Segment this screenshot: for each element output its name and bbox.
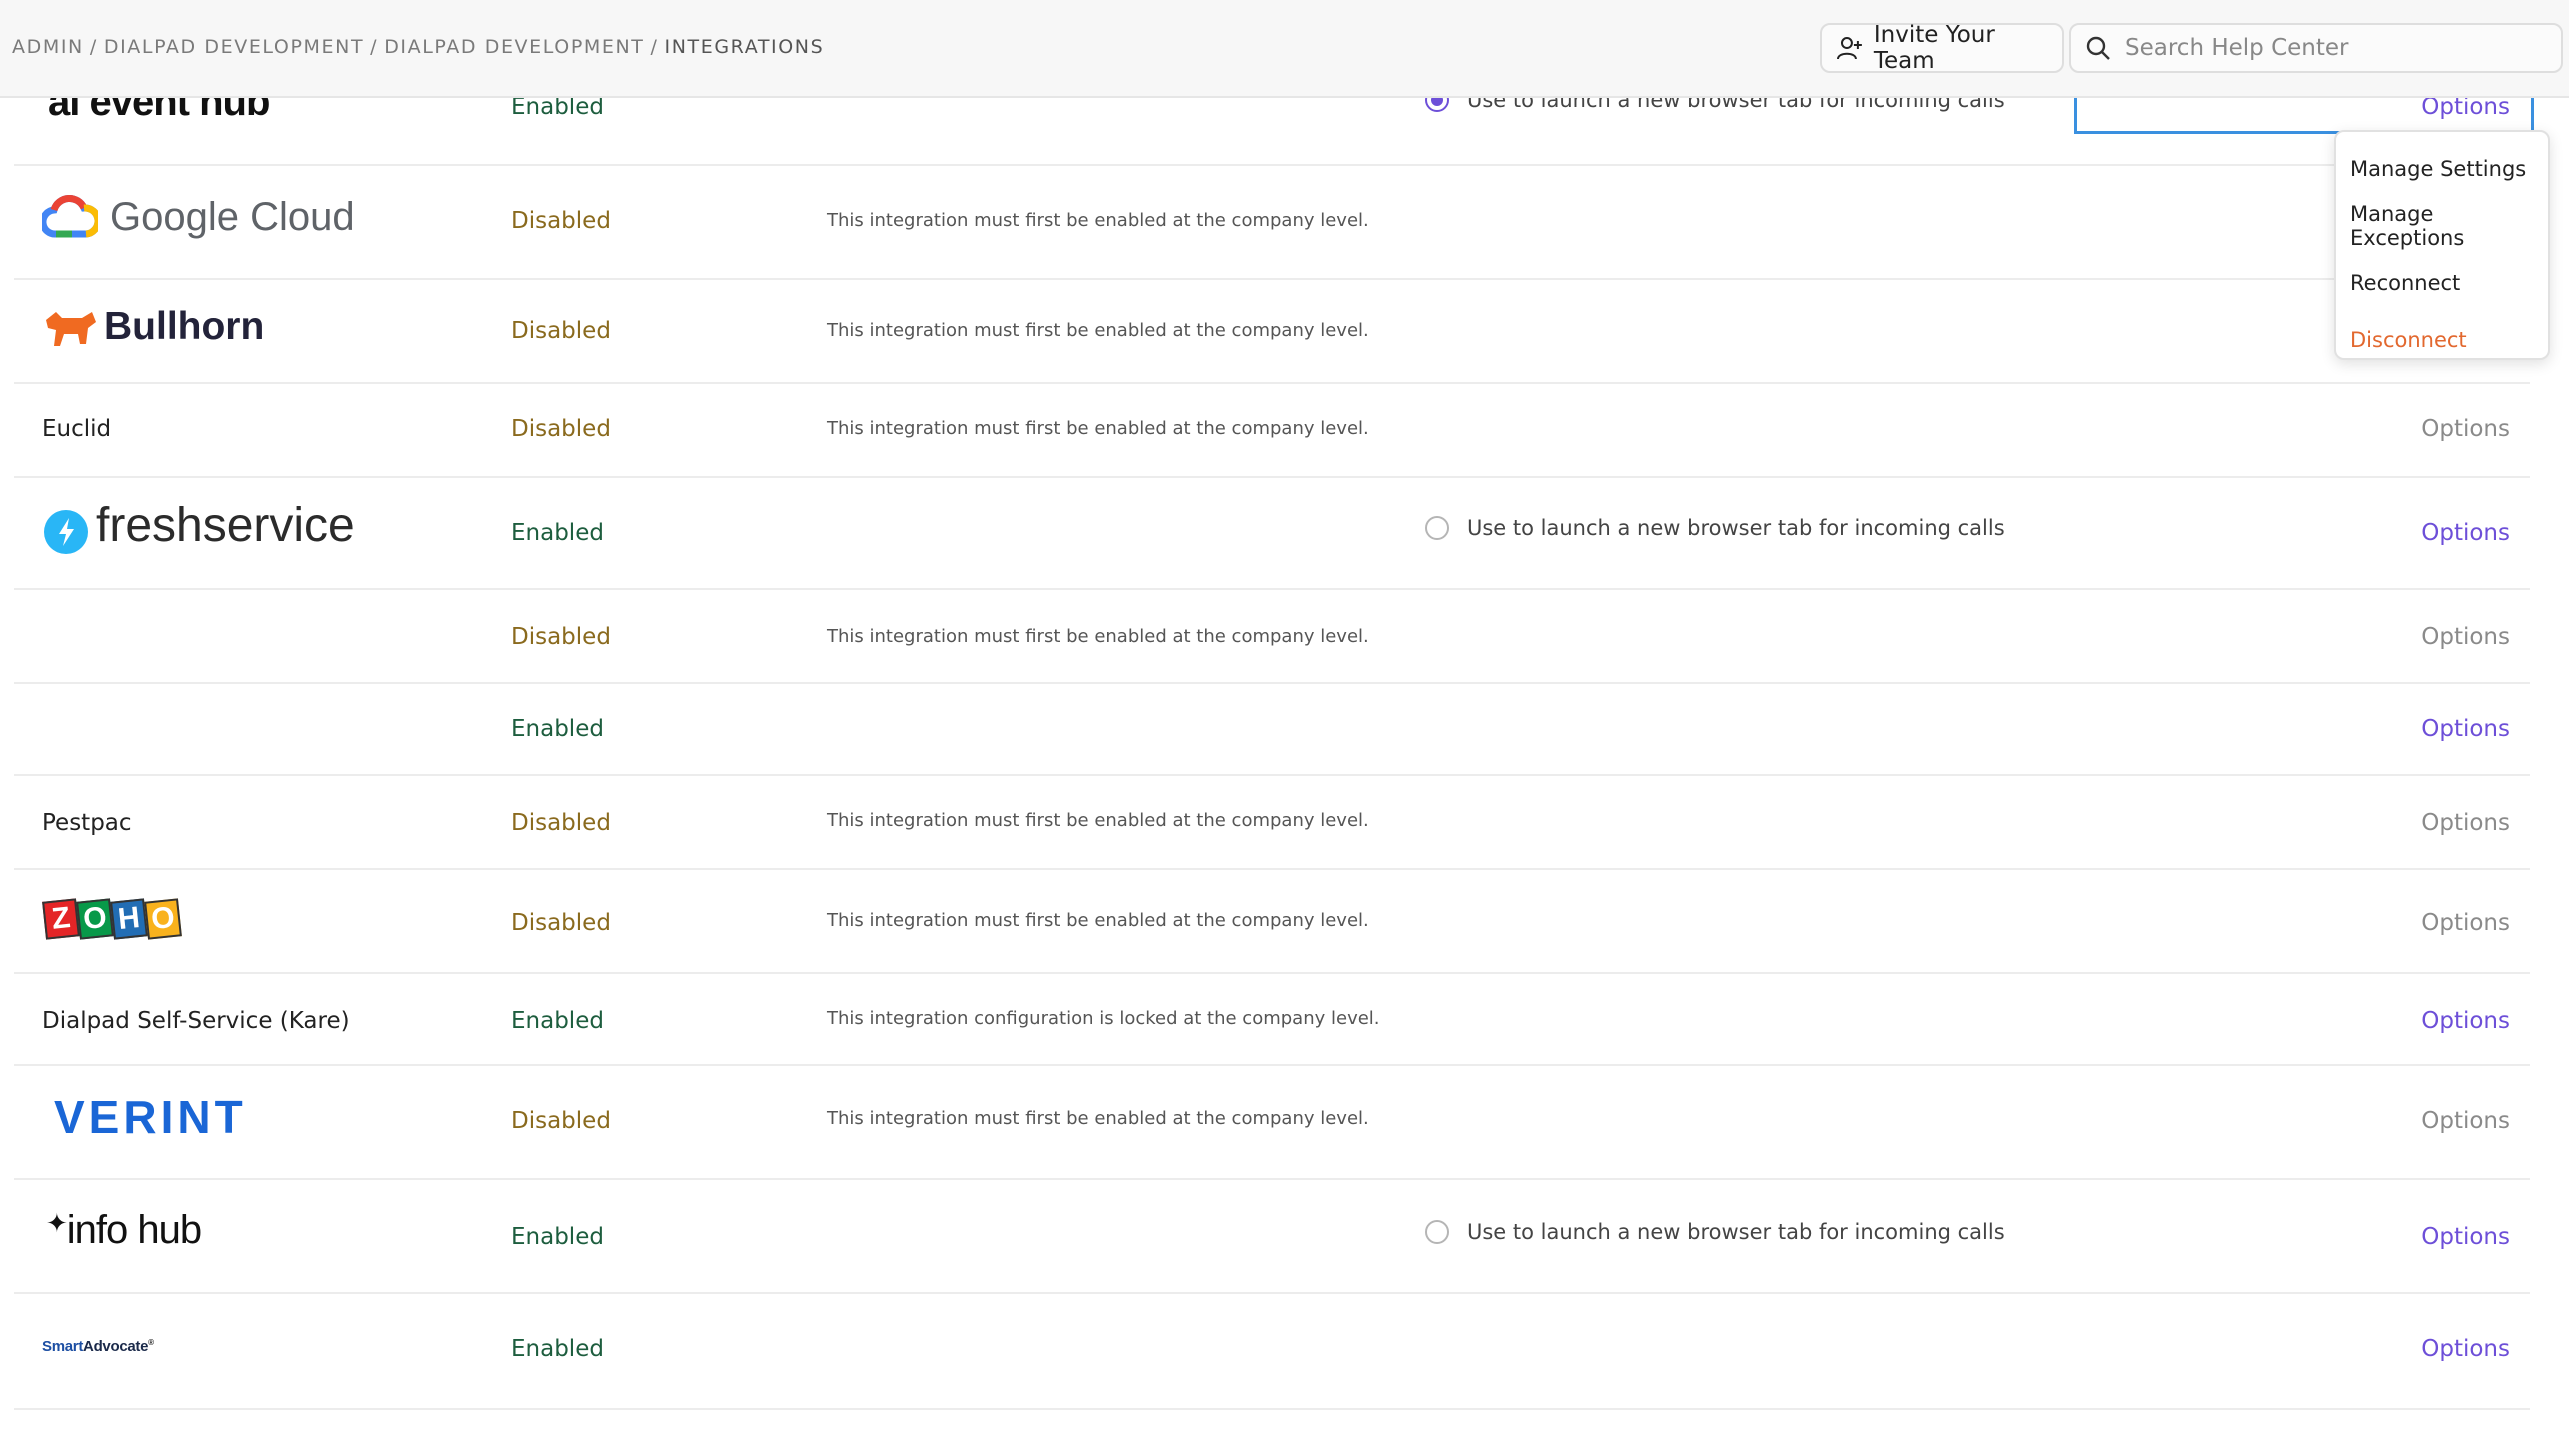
breadcrumb: ADMIN / DIALPAD DEVELOPMENT / DIALPAD DEVELO… xyxy=(12,36,824,58)
table-row: ✦info hub Enabled Use to launch a new br… xyxy=(14,1180,2530,1294)
row-note: This integration must first be enabled a… xyxy=(827,320,1369,341)
invite-team-label: Invite Your Team xyxy=(1873,22,1995,74)
row-note: This integration must first be enabled a… xyxy=(827,210,1369,231)
table-row: VERINT Disabled This integration must fi… xyxy=(14,1066,2530,1180)
options-link[interactable]: Options xyxy=(2421,1008,2510,1034)
table-row: Bullhorn Disabled This integration must … xyxy=(14,280,2530,384)
status-label: Disabled xyxy=(511,208,611,234)
row-note: This integration must first be enabled a… xyxy=(827,810,1369,831)
radio-label: Use to launch a new browser tab for inco… xyxy=(1467,1220,2005,1244)
options-menu: Manage Settings Manage Exceptions Reconn… xyxy=(2334,130,2550,360)
top-bar: ADMIN / DIALPAD DEVELOPMENT / DIALPAD DEVELO… xyxy=(0,0,2569,98)
freshservice-wordmark: freshservice xyxy=(96,498,355,552)
radio-button[interactable] xyxy=(1425,516,1449,540)
row-note: This integration must first be enabled a… xyxy=(827,910,1369,931)
table-row: SmartAdvocate® Enabled Options xyxy=(14,1294,2530,1410)
add-user-icon xyxy=(1836,37,1862,60)
row-note: This integration configuration is locked… xyxy=(827,1008,1380,1029)
table-row: Z O H O Disabled This integration must f… xyxy=(14,870,2530,974)
menu-item-manage-settings[interactable]: Manage Settings xyxy=(2336,140,2548,197)
zoho-logo: Z O H O xyxy=(42,898,182,940)
status-label: Disabled xyxy=(511,318,611,344)
status-label: Disabled xyxy=(511,810,611,836)
bull-icon xyxy=(46,312,96,346)
freshservice-logo: freshservice xyxy=(42,496,355,554)
google-cloud-wordmark: Google Cloud xyxy=(110,194,355,239)
table-row: Pestpac Disabled This integration must f… xyxy=(14,776,2530,870)
options-link[interactable]: Options xyxy=(2421,520,2510,546)
table-row: freshservice Enabled Use to launch a new… xyxy=(14,478,2530,590)
breadcrumb-item[interactable]: DIALPAD DEVELOPMENT xyxy=(104,36,364,58)
status-label: Disabled xyxy=(511,1108,611,1134)
options-link[interactable]: Options xyxy=(2421,810,2510,836)
breadcrumb-separator: / xyxy=(370,36,379,58)
radio-button[interactable] xyxy=(1425,1220,1449,1244)
row-note: This integration must first be enabled a… xyxy=(827,1108,1369,1129)
options-link[interactable]: Options xyxy=(2421,1108,2510,1134)
invite-team-button[interactable]: Invite Your Team xyxy=(1820,22,2064,74)
breadcrumb-item[interactable]: ADMIN xyxy=(12,36,84,58)
info-hub-logo: ✦info hub xyxy=(46,1208,202,1253)
status-label: Enabled xyxy=(511,716,604,742)
status-label: Disabled xyxy=(511,416,611,442)
launch-tab-option[interactable]: Use to launch a new browser tab for inco… xyxy=(1425,1220,2005,1244)
row-note: This integration must first be enabled a… xyxy=(827,626,1369,647)
sparkle-icon: ✦ xyxy=(46,1208,68,1238)
options-link[interactable]: Options xyxy=(2421,910,2510,936)
integration-name: Dialpad Self-Service (Kare) xyxy=(42,1008,350,1034)
bullhorn-wordmark: Bullhorn xyxy=(104,305,265,348)
info-hub-wordmark: info hub xyxy=(66,1208,202,1252)
options-link[interactable]: Options xyxy=(2421,624,2510,650)
menu-item-reconnect[interactable]: Reconnect xyxy=(2336,254,2548,311)
breadcrumb-item[interactable]: DIALPAD DEVELOPMENT xyxy=(384,36,644,58)
options-link[interactable]: Options xyxy=(2421,716,2510,742)
options-link[interactable]: Options xyxy=(2421,416,2510,442)
row-note: This integration must first be enabled a… xyxy=(827,418,1369,439)
bullhorn-logo: Bullhorn xyxy=(42,302,264,352)
integration-name: Euclid xyxy=(42,416,112,442)
menu-item-manage-exceptions[interactable]: Manage Exceptions xyxy=(2336,197,2548,254)
google-cloud-logo: Google Cloud xyxy=(42,194,355,240)
search-input[interactable] xyxy=(2125,35,2545,61)
google-cloud-icon xyxy=(42,195,98,238)
table-row: Euclid Disabled This integration must fi… xyxy=(14,384,2530,478)
breadcrumb-separator: / xyxy=(89,36,98,58)
lightning-icon xyxy=(44,510,88,554)
table-row: Disabled This integration must first be … xyxy=(14,590,2530,684)
radio-label: Use to launch a new browser tab for inco… xyxy=(1467,516,2005,540)
status-label: Disabled xyxy=(511,624,611,650)
launch-tab-option[interactable]: Use to launch a new browser tab for inco… xyxy=(1425,516,2005,540)
options-link[interactable]: Options xyxy=(2421,1224,2510,1250)
options-link[interactable]: Options xyxy=(2421,1336,2510,1362)
verint-logo: VERINT xyxy=(54,1091,247,1143)
search-icon xyxy=(2086,36,2110,60)
breadcrumb-current: INTEGRATIONS xyxy=(664,36,825,58)
table-row: Dialpad Self-Service (Kare) Enabled This… xyxy=(14,974,2530,1066)
status-label: Enabled xyxy=(511,1224,604,1250)
integration-name: Pestpac xyxy=(42,810,132,836)
help-search[interactable] xyxy=(2069,23,2563,73)
breadcrumb-separator: / xyxy=(650,36,659,58)
table-row: Google Cloud Disabled This integration m… xyxy=(14,166,2530,280)
table-row: Enabled Options xyxy=(14,684,2530,776)
status-label: Disabled xyxy=(511,910,611,936)
status-label: Enabled xyxy=(511,1336,604,1362)
status-label: Enabled xyxy=(511,520,604,546)
menu-item-disconnect[interactable]: Disconnect xyxy=(2336,311,2548,368)
status-label: Enabled xyxy=(511,1008,604,1034)
smartadvocate-logo: SmartAdvocate® xyxy=(42,1338,154,1355)
